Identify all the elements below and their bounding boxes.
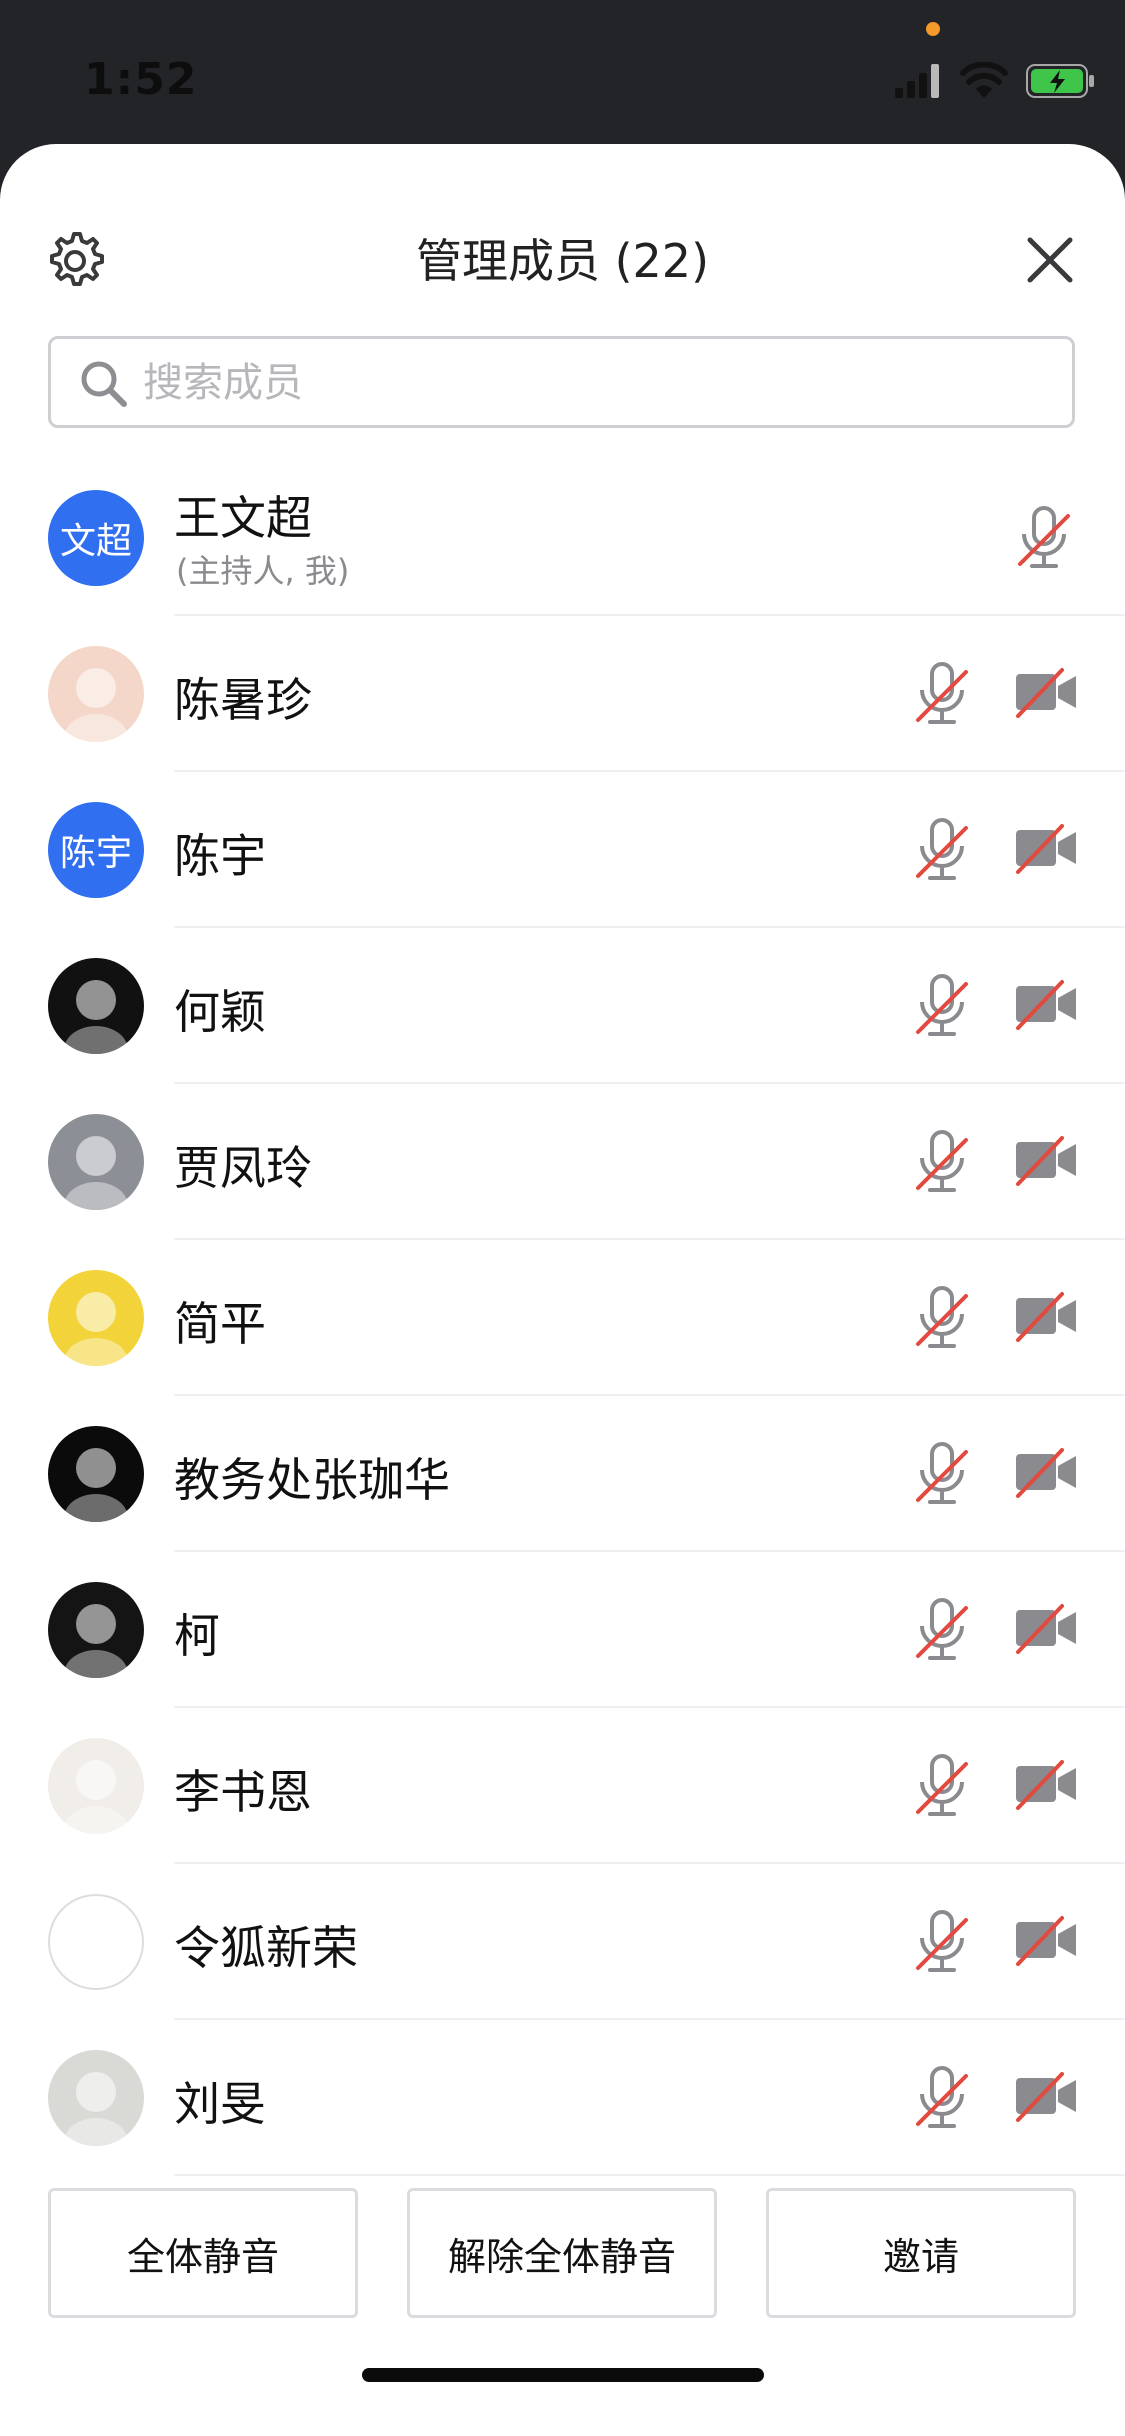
sketch-avatar [48,1894,144,1990]
mic-muted-icon[interactable] [910,972,974,1040]
kitten-avatar [48,958,144,1054]
member-row[interactable]: 李书恩 [0,1708,1125,1864]
member-row[interactable]: 刘旻 [0,2020,1125,2176]
status-bar: 1:52 [0,0,1125,144]
member-name: 刘旻 [174,2077,266,2131]
cellular-signal-icon [895,64,939,98]
member-row[interactable]: 贾凤玲 [0,1084,1125,1240]
member-row[interactable]: 陈宇 陈宇 [0,772,1125,928]
member-row[interactable]: 令狐新荣 [0,1864,1125,2020]
mic-muted-icon[interactable] [910,1752,974,1820]
member-row[interactable]: 柯 [0,1552,1125,1708]
status-time: 1:52 [84,54,198,105]
mic-muted-icon[interactable] [910,1596,974,1664]
member-name: 教务处张珈华 [174,1453,450,1507]
member-name: 柯 [174,1609,220,1663]
member-name: 何颖 [174,985,266,1039]
camera-off-icon[interactable] [1014,1444,1078,1500]
camera-off-icon[interactable] [1014,1756,1078,1812]
avatar: 文超 [48,490,144,586]
camera-off-icon[interactable] [1014,664,1078,720]
camera-off-icon[interactable] [1014,1288,1078,1344]
eagle-avatar [48,2050,144,2146]
close-icon[interactable] [1020,230,1080,290]
member-row[interactable]: 简平 [0,1240,1125,1396]
row-divider [174,2174,1125,2176]
unmute-all-button[interactable]: 解除全体静音 [407,2188,717,2318]
home-indicator [362,2368,764,2382]
member-name: 李书恩 [174,1765,312,1819]
member-name: 简平 [174,1297,266,1351]
member-row[interactable]: 文超 王文超 (主持人, 我) [0,460,1125,616]
camera-off-icon[interactable] [1014,2068,1078,2124]
avatar: 陈宇 [48,802,144,898]
mic-muted-icon[interactable] [910,816,974,884]
search-box[interactable] [48,336,1075,428]
member-row[interactable]: 教务处张珈华 [0,1396,1125,1552]
camera-off-icon[interactable] [1014,1600,1078,1656]
wifi-icon [960,62,1008,98]
mic-muted-icon[interactable] [910,1908,974,1976]
monster-grin-avatar [48,1426,144,1522]
mic-muted-icon[interactable] [910,660,974,728]
member-name: 陈暑珍 [174,673,312,727]
member-name: 贾凤玲 [174,1141,312,1195]
member-list: 文超 王文超 (主持人, 我) 陈暑珍陈宇 陈宇何颖贾凤玲简平教务处张珈华柯李书恩令狐新… [0,460,1125,2176]
battery-charging-icon [1026,64,1094,98]
girl-glasses-avatar [48,646,144,742]
camera-off-icon[interactable] [1014,1132,1078,1188]
invite-button[interactable]: 邀请 [766,2188,1076,2318]
camera-off-icon[interactable] [1014,1912,1078,1968]
member-name: 陈宇 [174,829,266,883]
mic-muted-icon[interactable] [910,2064,974,2132]
footer-actions: 全体静音 解除全体静音 邀请 [0,2178,1125,2318]
cartoon-boy-avatar [48,1270,144,1366]
camera-off-icon[interactable] [1014,820,1078,876]
mic-muted-icon[interactable] [1012,504,1076,572]
member-name: 令狐新荣 [174,1921,358,1975]
member-row[interactable]: 陈暑珍 [0,616,1125,772]
member-role: (主持人, 我) [176,552,350,590]
landscape-avatar [48,1114,144,1210]
mic-muted-icon[interactable] [910,1284,974,1352]
member-row[interactable]: 何颖 [0,928,1125,1084]
mic-muted-icon[interactable] [910,1128,974,1196]
mute-all-button[interactable]: 全体静音 [48,2188,358,2318]
member-name: 王文超 [174,491,312,545]
page-title: 管理成员 (22) [415,234,710,288]
search-icon [81,361,127,407]
top-hat-avatar [48,1582,144,1678]
girl-portrait-avatar [48,1738,144,1834]
search-input[interactable] [141,349,1045,417]
camera-off-icon[interactable] [1014,976,1078,1032]
manage-members-sheet: 管理成员 (22) 文超王文超 (主持人, 我) 陈暑珍陈宇陈宇何颖贾凤玲简平教务处… [0,144,1125,2436]
mic-muted-icon[interactable] [910,1440,974,1508]
camera-in-use-indicator [926,22,940,36]
